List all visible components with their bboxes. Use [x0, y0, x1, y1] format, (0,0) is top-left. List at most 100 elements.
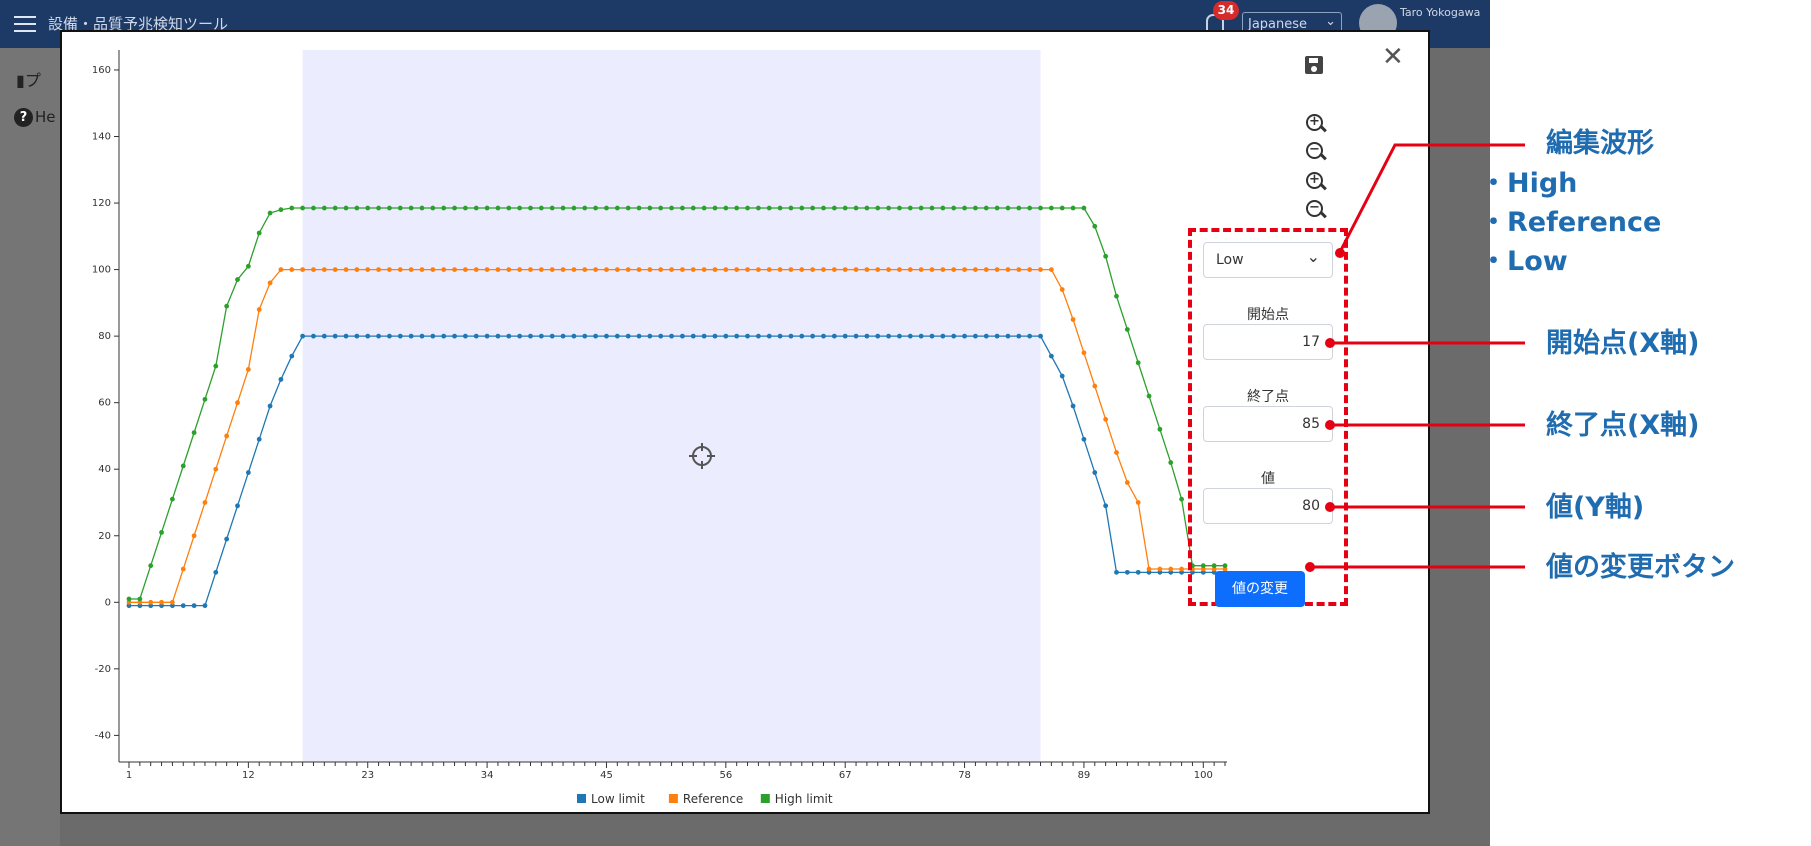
series-point — [701, 267, 707, 272]
series-point — [647, 267, 653, 272]
series-point — [354, 333, 360, 339]
series-point — [951, 267, 957, 272]
series-point — [495, 333, 501, 339]
series-point — [582, 267, 588, 272]
waveform-select[interactable]: Low — [1203, 240, 1333, 278]
callout-waveform-reference: ・Reference — [1480, 207, 1662, 238]
series-point — [408, 205, 414, 211]
zoom-in-y-icon[interactable]: + — [1306, 172, 1327, 192]
series-point — [723, 205, 729, 211]
highlight-range — [302, 50, 1041, 762]
series-point — [148, 563, 154, 569]
callout-dot-end — [1325, 420, 1335, 430]
legend-label: Reference — [683, 792, 743, 806]
series-point — [799, 267, 805, 272]
series-point — [712, 333, 718, 339]
series-point — [408, 267, 414, 272]
series-point — [983, 267, 989, 272]
series-point — [148, 599, 154, 605]
series-point — [1114, 450, 1119, 455]
series-point — [1016, 205, 1022, 211]
zoom-out-x-icon[interactable]: − — [1306, 142, 1327, 162]
series-point — [766, 205, 772, 211]
series-point — [408, 333, 414, 339]
series-point — [224, 433, 230, 439]
series-point — [278, 376, 284, 382]
series-point — [864, 205, 870, 211]
value-input[interactable]: 80 — [1203, 488, 1333, 524]
series-point — [1081, 350, 1087, 356]
y-tick-label: -20 — [95, 664, 111, 675]
apply-value-button[interactable]: 値の変更 — [1215, 571, 1305, 607]
series-point — [300, 333, 306, 339]
series-point — [973, 333, 978, 339]
series-point — [604, 205, 609, 211]
series-point — [213, 363, 219, 369]
save-icon[interactable] — [1305, 56, 1323, 74]
series-point — [962, 333, 967, 339]
series-point — [1168, 460, 1174, 465]
series-point — [669, 333, 674, 339]
series-point — [723, 267, 729, 272]
series-point — [571, 267, 577, 272]
series-point — [419, 267, 425, 272]
series-point — [853, 267, 859, 272]
series-point — [799, 205, 805, 211]
y-tick-label: 0 — [105, 597, 111, 608]
menu-icon[interactable] — [14, 16, 36, 32]
series-point — [745, 333, 750, 339]
series-point — [1005, 333, 1011, 339]
end-input[interactable]: 85 — [1203, 406, 1333, 442]
series-point — [278, 267, 284, 272]
series-point — [582, 205, 588, 211]
series-point — [788, 333, 794, 339]
notification-badge: 34 — [1213, 1, 1239, 20]
series-point — [191, 430, 197, 436]
series-point — [1038, 205, 1043, 211]
series-point — [625, 333, 631, 339]
series-point — [376, 205, 381, 211]
series-point — [343, 267, 349, 272]
series-point — [343, 333, 349, 339]
series-point — [311, 267, 316, 272]
series-point — [256, 307, 262, 312]
series-point — [680, 267, 685, 272]
series-point — [332, 333, 338, 339]
series-point — [658, 205, 664, 211]
series-point — [473, 205, 479, 211]
series-point — [528, 267, 533, 272]
series-point — [549, 205, 555, 211]
series-point — [951, 333, 957, 339]
series-point — [321, 333, 327, 339]
series-point — [159, 599, 164, 605]
series-point — [180, 463, 186, 469]
series-point — [1146, 393, 1152, 399]
series-point — [788, 267, 794, 272]
series-point — [1048, 267, 1054, 272]
series-point — [1005, 267, 1011, 272]
y-tick-label: 80 — [98, 331, 111, 342]
callout-waveform-low: ・Low — [1480, 246, 1568, 277]
series-point — [452, 267, 457, 272]
series-point — [1157, 566, 1163, 572]
series-point — [419, 205, 425, 211]
series-point — [387, 267, 392, 272]
series-point — [267, 280, 273, 286]
bar-chart-icon: ▮プ — [16, 71, 41, 90]
series-point — [810, 205, 816, 211]
series-point — [1146, 566, 1152, 572]
start-input[interactable]: 17 — [1203, 324, 1333, 360]
series-point — [636, 205, 642, 211]
zoom-in-x-icon[interactable]: + — [1306, 114, 1327, 134]
series-point — [734, 205, 740, 211]
series-point — [354, 267, 360, 272]
series-point — [907, 333, 913, 339]
help-icon[interactable]: ? — [14, 108, 33, 127]
series-point — [929, 267, 935, 272]
y-tick-label: 140 — [92, 132, 111, 143]
series-point — [1070, 205, 1076, 211]
close-icon[interactable]: ✕ — [1382, 42, 1404, 72]
zoom-out-y-icon[interactable]: − — [1306, 200, 1327, 220]
series-point — [1135, 360, 1141, 366]
series-point — [745, 267, 750, 272]
